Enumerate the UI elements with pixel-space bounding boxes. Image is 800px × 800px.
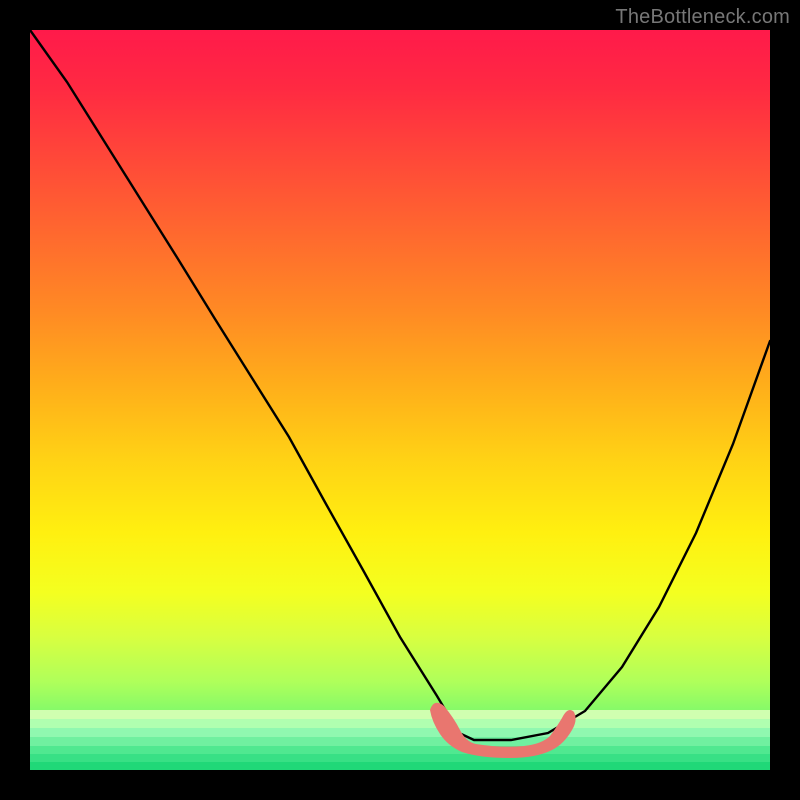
- plot-area: [30, 30, 770, 770]
- bottleneck-curve: [30, 30, 770, 770]
- chart-frame: TheBottleneck.com: [0, 0, 800, 800]
- watermark-text: TheBottleneck.com: [615, 6, 790, 29]
- curve-path: [30, 30, 770, 740]
